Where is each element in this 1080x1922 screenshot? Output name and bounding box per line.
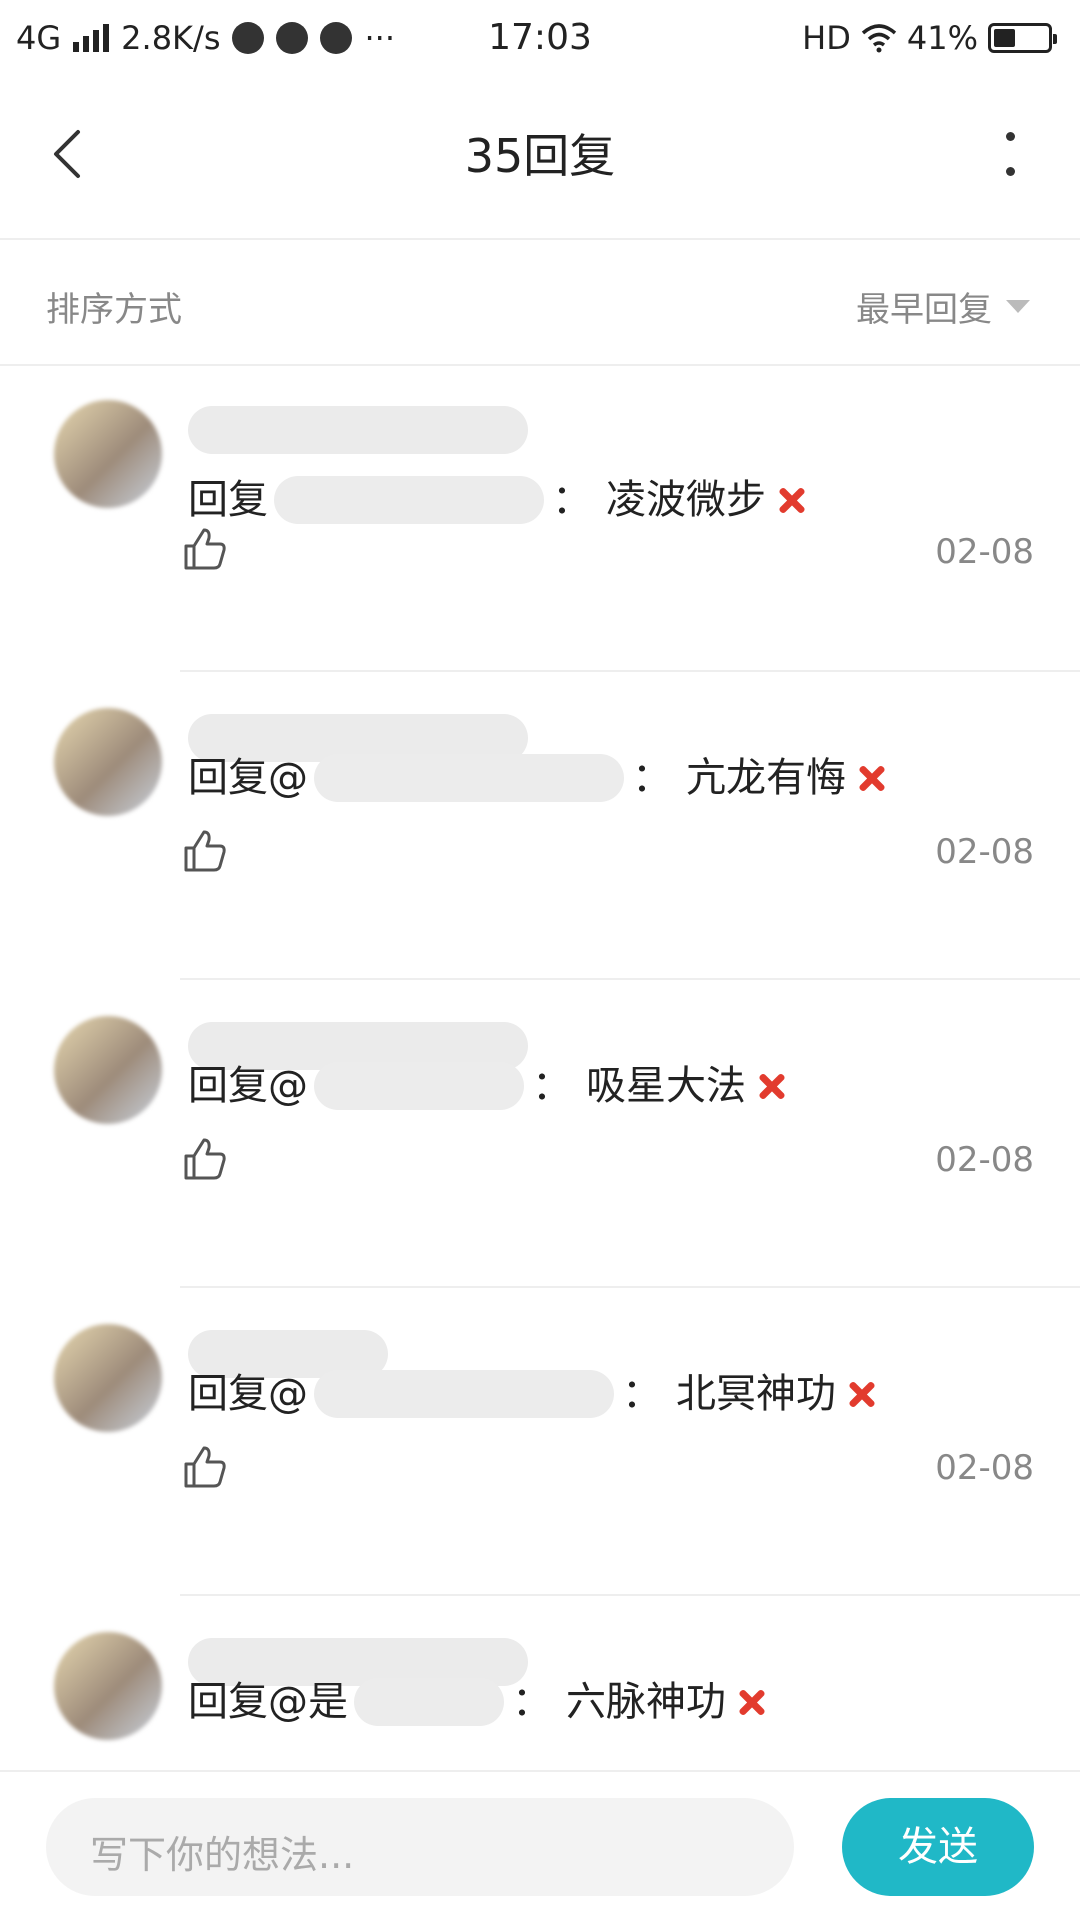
wifi-icon <box>861 24 897 53</box>
mention-masked[interactable] <box>274 476 544 524</box>
avatar[interactable] <box>54 708 162 816</box>
caret-down-icon <box>1006 300 1030 313</box>
thumbs-up-icon[interactable] <box>182 526 228 572</box>
thumbs-up-icon[interactable] <box>182 1444 228 1490</box>
more-options-icon[interactable] <box>998 132 1022 176</box>
hd-indicator: HD <box>802 19 851 57</box>
comment-input[interactable]: 写下你的想法... <box>46 1798 794 1896</box>
colon: ： <box>632 755 672 801</box>
anger-emoji-icon <box>752 1066 792 1106</box>
avatar[interactable] <box>54 1324 162 1432</box>
reply-text: 回复@ ： 北冥神功 <box>188 1364 882 1424</box>
divider <box>180 1286 1080 1288</box>
header: 35回复 <box>0 76 1080 240</box>
colon: ： <box>512 1679 552 1725</box>
sort-label: 排序方式 <box>46 290 182 330</box>
mention-masked[interactable] <box>354 1678 504 1726</box>
status-right: HD 41% <box>802 14 1057 62</box>
input-placeholder: 写下你的想法... <box>90 1833 355 1877</box>
reply-text: 回复@是 ： 六脉神功 <box>188 1672 772 1732</box>
reply-item[interactable]: 回复@ ： 亢龙有悔 02-08 <box>0 674 1080 980</box>
mention-masked[interactable] <box>314 1062 524 1110</box>
reply-prefix: 回复@ <box>188 1371 308 1417</box>
divider <box>180 978 1080 980</box>
divider <box>180 1594 1080 1596</box>
reply-text: 回复@ ： 亢龙有悔 <box>188 748 892 808</box>
reply-text: 回复 ： 凌波微步 <box>188 470 812 530</box>
reply-text: 回复@ ： 吸星大法 <box>188 1056 792 1116</box>
reply-item[interactable]: 回复 ： 凌波微步 02-08 <box>0 366 1080 672</box>
comment-bar: 写下你的想法... 发送 <box>0 1770 1080 1922</box>
reply-date: 02-08 <box>935 1448 1034 1488</box>
reply-prefix: 回复@ <box>188 1063 308 1109</box>
sort-bar: 排序方式 最早回复 <box>0 240 1080 366</box>
status-bar: 4G 2.8K/s ··· 17:03 HD 41% <box>0 0 1080 76</box>
page-title: 35回复 <box>464 129 616 183</box>
reply-content: 亢龙有悔 <box>686 755 846 801</box>
thumbs-up-icon[interactable] <box>182 1136 228 1182</box>
colon: ： <box>622 1371 662 1417</box>
reply-prefix: 回复@ <box>188 755 308 801</box>
divider <box>180 670 1080 672</box>
reply-content: 北冥神功 <box>676 1371 836 1417</box>
reply-item[interactable]: 回复@ ： 吸星大法 02-08 <box>0 982 1080 1288</box>
avatar[interactable] <box>54 400 162 508</box>
anger-emoji-icon <box>732 1682 772 1722</box>
reply-date: 02-08 <box>935 1140 1034 1180</box>
reply-date: 02-08 <box>935 832 1034 872</box>
reply-content: 吸星大法 <box>586 1063 746 1109</box>
reply-content: 六脉神功 <box>566 1679 726 1725</box>
reply-prefix: 回复 <box>188 477 268 523</box>
mention-masked[interactable] <box>314 754 624 802</box>
thumbs-up-icon[interactable] <box>182 828 228 874</box>
anger-emoji-icon <box>772 480 812 520</box>
avatar[interactable] <box>54 1016 162 1124</box>
mention-masked[interactable] <box>314 1370 614 1418</box>
username-masked[interactable] <box>188 406 528 454</box>
battery-icon <box>988 23 1057 53</box>
colon: ： <box>532 1063 572 1109</box>
reply-prefix: 回复@是 <box>188 1679 348 1725</box>
battery-fill <box>994 29 1016 47</box>
colon: ： <box>552 477 592 523</box>
reply-date: 02-08 <box>935 532 1034 572</box>
avatar[interactable] <box>54 1632 162 1740</box>
send-button[interactable]: 发送 <box>842 1798 1034 1896</box>
reply-item[interactable]: 回复@是 ： 六脉神功 <box>0 1598 1080 1770</box>
sort-dropdown[interactable]: 最早回复 <box>856 282 1030 331</box>
sort-value: 最早回复 <box>856 290 992 330</box>
battery-percent: 41% <box>906 19 978 57</box>
reply-content: 凌波微步 <box>606 477 766 523</box>
anger-emoji-icon <box>852 758 892 798</box>
reply-item[interactable]: 回复@ ： 北冥神功 02-08 <box>0 1290 1080 1596</box>
anger-emoji-icon <box>842 1374 882 1414</box>
